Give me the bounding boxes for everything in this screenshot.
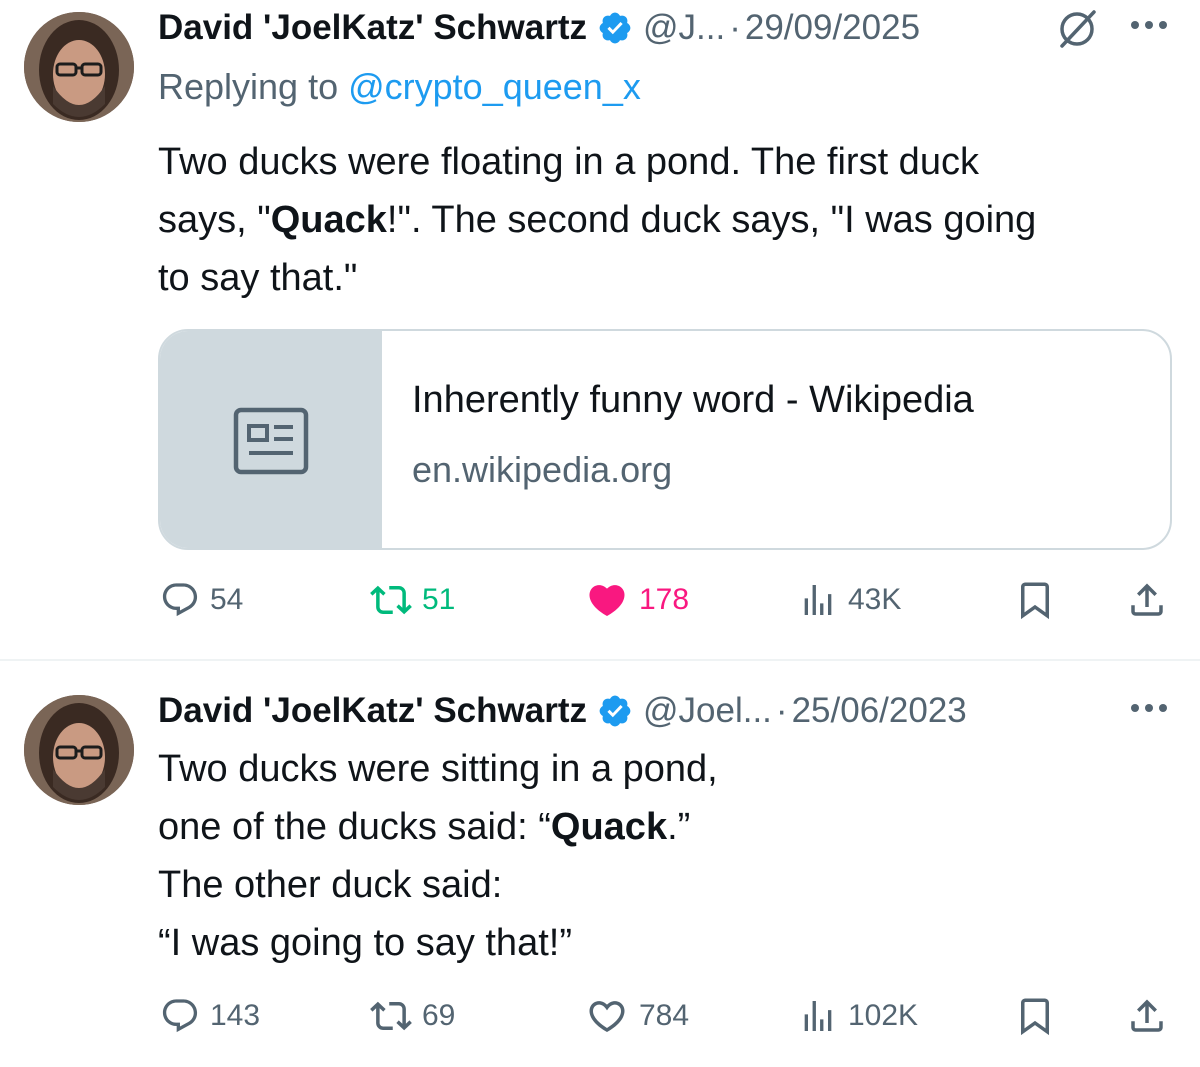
more-icon[interactable] <box>1128 10 1170 48</box>
bookmark-icon <box>1021 582 1049 620</box>
like-icon <box>589 585 625 617</box>
tweet-date[interactable]: 25/06/2023 <box>792 691 967 731</box>
tweet-text-line: “I was going to say that!” <box>158 922 572 964</box>
retweet-count: 69 <box>422 999 456 1032</box>
tweet[interactable]: David 'JoelKatz' Schwartz @Joel... · 25/… <box>0 661 1200 1067</box>
bold-quack: Quack <box>550 806 668 848</box>
tweet-text: Two ducks were sitting in a pond, one of… <box>158 740 718 972</box>
bold-quack: Quack <box>270 199 387 241</box>
like-button[interactable]: 178 <box>585 575 689 625</box>
like-count: 784 <box>639 999 690 1032</box>
views-button[interactable]: 102K <box>798 991 918 1041</box>
tweet-text-line: to say that." <box>158 257 358 299</box>
reply-icon <box>162 583 198 617</box>
reply-button[interactable]: 143 <box>160 991 260 1041</box>
action-bar: 54 51 178 43K <box>0 575 1200 625</box>
like-count: 178 <box>639 583 690 616</box>
tweet-header: David 'JoelKatz' Schwartz @Joel... · 25/… <box>158 687 967 735</box>
author-handle[interactable]: @Joel... <box>643 691 772 731</box>
more-icon[interactable] <box>1128 693 1170 731</box>
avatar[interactable] <box>24 695 134 805</box>
author-name[interactable]: David 'JoelKatz' Schwartz <box>158 691 587 731</box>
views-count: 43K <box>848 583 902 616</box>
link-card-title: Inherently funny word - Wikipedia <box>412 379 974 421</box>
views-button[interactable]: 43K <box>798 575 901 625</box>
share-icon <box>1131 999 1163 1032</box>
share-icon <box>1131 583 1163 616</box>
link-card[interactable]: Inherently funny word - Wikipedia en.wik… <box>158 329 1172 550</box>
retweet-icon <box>370 585 412 615</box>
reply-count: 143 <box>210 999 261 1032</box>
reply-icon <box>162 999 198 1033</box>
text-segment: !". The second duck says, "I was going <box>386 199 1037 241</box>
replying-to-label: Replying to <box>158 66 339 107</box>
text-segment: says, " <box>158 199 271 241</box>
separator-dot: · <box>729 8 741 47</box>
tweet[interactable]: David 'JoelKatz' Schwartz @J... · 29/09/… <box>0 0 1200 660</box>
retweet-button[interactable]: 51 <box>370 575 455 625</box>
like-icon <box>589 1001 625 1033</box>
tweet-date[interactable]: 29/09/2025 <box>745 8 920 48</box>
text-segment: .” <box>667 806 691 848</box>
author-handle[interactable]: @J... <box>643 8 725 48</box>
like-button[interactable]: 784 <box>585 991 689 1041</box>
author-name[interactable]: David 'JoelKatz' Schwartz <box>158 8 587 48</box>
tweet-header: David 'JoelKatz' Schwartz @J... · 29/09/… <box>158 4 920 52</box>
tweet-text-line: one of the ducks said: “Quack.” <box>158 798 718 856</box>
link-card-domain: en.wikipedia.org <box>412 449 673 490</box>
reply-count: 54 <box>210 583 244 616</box>
grok-icon[interactable] <box>1056 8 1098 50</box>
reply-mention-link[interactable]: @crypto_queen_x <box>348 66 641 107</box>
link-card-thumbnail <box>160 331 382 548</box>
article-icon <box>233 407 309 475</box>
verified-badge-icon[interactable] <box>597 693 633 729</box>
views-icon <box>804 585 832 615</box>
verified-badge-icon[interactable] <box>597 10 633 46</box>
retweet-button[interactable]: 69 <box>370 991 455 1041</box>
views-icon <box>804 1001 832 1031</box>
action-bar: 143 69 784 102K <box>0 991 1200 1041</box>
replying-to: Replying to @crypto_queen_x <box>158 66 641 108</box>
bookmark-icon <box>1021 998 1049 1036</box>
tweet-text-line: Two ducks were floating in a pond. The f… <box>158 141 979 183</box>
retweet-icon <box>370 1001 412 1031</box>
retweet-count: 51 <box>422 583 456 616</box>
reply-button[interactable]: 54 <box>160 575 243 625</box>
tweet-text-line: The other duck said: <box>158 864 503 906</box>
separator-dot: · <box>775 691 788 730</box>
share-button[interactable] <box>1126 575 1168 625</box>
tweet-text-line: says, "Quack!". The second duck says, "I… <box>158 191 1036 249</box>
tweet-text-line: Two ducks were sitting in a pond, <box>158 748 718 790</box>
views-count: 102K <box>848 999 919 1032</box>
avatar[interactable] <box>24 12 134 122</box>
share-button[interactable] <box>1126 991 1168 1041</box>
text-segment: one of the ducks said: “ <box>158 806 551 848</box>
bookmark-button[interactable] <box>1014 991 1056 1041</box>
bookmark-button[interactable] <box>1014 575 1056 625</box>
tweet-text: Two ducks were floating in a pond. The f… <box>158 133 1036 307</box>
